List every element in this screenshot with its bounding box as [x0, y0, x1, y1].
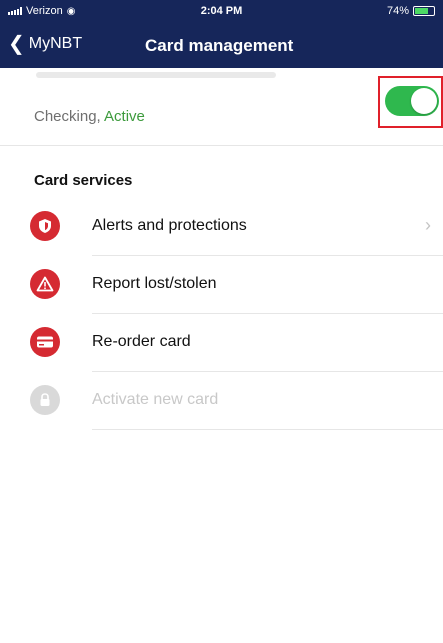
- shield-icon: [30, 211, 60, 241]
- chevron-right-icon: ›: [425, 215, 431, 235]
- credit-card-icon: [30, 327, 60, 357]
- account-status-label: Active: [104, 108, 145, 125]
- back-button[interactable]: ❮ MyNBT: [8, 33, 83, 55]
- toggle-knob: [411, 88, 437, 114]
- partial-card-row: [0, 68, 443, 82]
- list-item-label: Activate new card: [92, 391, 219, 408]
- status-right: 74%: [387, 5, 435, 17]
- list-item-activate-new-card[interactable]: Activate new card: [0, 372, 443, 430]
- card-on-off-toggle[interactable]: [385, 86, 439, 116]
- nav-bar: ❮ MyNBT Card management: [0, 22, 443, 68]
- list-item-label: Report lost/stolen: [92, 275, 217, 292]
- divider: [92, 429, 443, 430]
- status-bar: Verizon ◉ 2:04 PM 74%: [0, 0, 443, 22]
- chevron-left-icon: ❮: [8, 33, 25, 55]
- list-item-label: Alerts and protections: [92, 217, 247, 234]
- account-type: Checking,: [34, 108, 101, 125]
- status-time: 2:04 PM: [200, 5, 243, 17]
- account-row: Checking, Active: [0, 82, 443, 146]
- list-item-report-lost-stolen[interactable]: Report lost/stolen: [0, 256, 443, 314]
- list-item-re-order-card[interactable]: Re-order card: [0, 314, 443, 372]
- battery-percent: 74%: [386, 5, 409, 17]
- battery-icon: [413, 6, 435, 16]
- page-title: Card management: [145, 36, 294, 55]
- back-label: MyNBT: [28, 35, 83, 52]
- warning-icon: [30, 269, 60, 299]
- account-status: Checking, Active: [34, 108, 145, 125]
- section-header: Card services: [34, 172, 133, 189]
- lock-icon: [30, 385, 60, 415]
- list-item-alerts-and-protections[interactable]: Alerts and protections ›: [0, 198, 443, 256]
- list-item-label: Re-order card: [92, 333, 191, 350]
